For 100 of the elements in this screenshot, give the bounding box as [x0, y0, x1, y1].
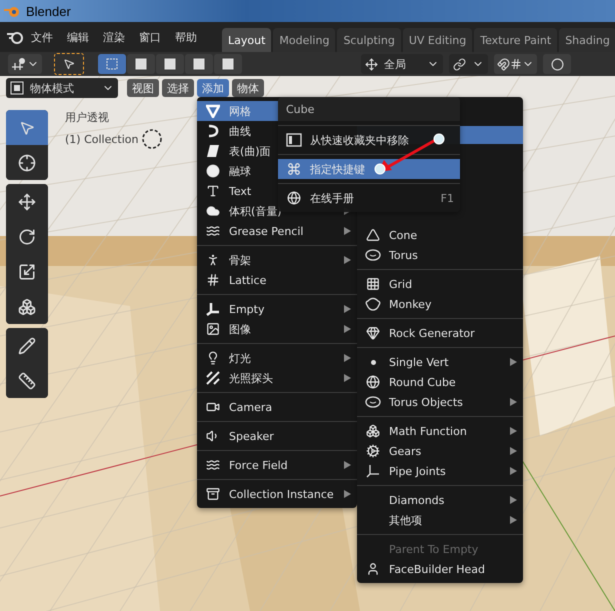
snap-button[interactable]	[494, 54, 537, 74]
viewport-menu[interactable]: 选择	[162, 79, 194, 97]
dot-icon	[370, 360, 376, 364]
context-menu-item[interactable]: 在线手册 F1	[278, 188, 460, 208]
grid-icon	[366, 277, 380, 291]
selection-mode-button[interactable]	[98, 54, 126, 74]
view-type-button[interactable]	[8, 54, 42, 74]
popup-title: Cube	[278, 97, 460, 121]
surface-icon	[206, 144, 220, 158]
image-icon	[206, 322, 220, 336]
workspace-tab[interactable]: Modeling	[273, 28, 336, 52]
menu-item[interactable]: 编辑	[60, 30, 96, 44]
archive-icon	[206, 487, 220, 501]
mode-dropdown[interactable]: 物体模式	[6, 78, 118, 98]
context-menu-item[interactable]: 从快速收藏夹中移除	[278, 130, 460, 150]
axes-icon	[206, 302, 220, 316]
submenu-arrow-icon	[510, 516, 517, 524]
viewport-menu[interactable]: 物体	[232, 79, 264, 97]
workspace-tab[interactable]: Layout	[222, 28, 272, 52]
add-menu-item[interactable]: Collection Instance	[197, 484, 357, 504]
add-menu-item[interactable]: 灯光	[197, 348, 357, 368]
scene-icon	[11, 57, 27, 71]
submenu-arrow-icon	[344, 305, 351, 313]
cloud-icon	[206, 204, 220, 218]
mesh-menu-item[interactable]: Pipe Joints	[357, 461, 523, 481]
add-menu-item[interactable]: Camera	[197, 397, 357, 417]
ruler-icon	[18, 372, 36, 390]
viewport-menu[interactable]: 视图	[127, 79, 159, 97]
mesh-menu-item[interactable]: Math Function	[357, 421, 523, 441]
mesh-menu-item[interactable]: Gears	[357, 441, 523, 461]
mesh-menu-item[interactable]: Cone	[357, 225, 523, 245]
menu-item[interactable]: 文件	[24, 30, 60, 44]
move-icon	[18, 192, 36, 210]
selection-mode-button[interactable]	[214, 54, 242, 74]
selection-mode-button[interactable]	[185, 54, 213, 74]
circle-icon	[206, 164, 220, 178]
add-menu-item[interactable]: Grease Pencil	[197, 221, 357, 241]
selection-mode-button[interactable]	[127, 54, 155, 74]
menu-item[interactable]: 渲染	[96, 30, 132, 44]
pivot-dropdown[interactable]	[449, 54, 488, 74]
mesh-menu-item[interactable]: FaceBuilder Head	[357, 559, 523, 579]
add-menu-item[interactable]: Speaker	[197, 426, 357, 446]
workspace-tab[interactable]: Texture Paint	[474, 28, 558, 52]
axes-icon	[365, 58, 378, 70]
mesh-menu-item[interactable]: Torus Objects	[357, 392, 523, 412]
context-menu-item[interactable]: 指定快捷键	[278, 159, 460, 179]
dashed-circle-icon	[140, 128, 162, 150]
add-menu-item[interactable]: Empty	[197, 299, 357, 319]
submenu-arrow-icon	[344, 354, 351, 362]
crosshair-icon	[18, 154, 36, 172]
add-menu-item[interactable]: Lattice	[197, 270, 357, 290]
hatch-icon	[206, 371, 220, 385]
triangle-icon	[206, 104, 220, 118]
camera-icon	[206, 400, 220, 414]
proportional-button[interactable]	[543, 54, 571, 74]
squiggle-icon	[206, 224, 220, 238]
menu-item[interactable]: 帮助	[168, 30, 204, 44]
submenu-arrow-icon	[344, 490, 351, 498]
curve-icon	[206, 124, 220, 138]
select-tool-button[interactable]	[54, 53, 84, 75]
add-menu-item[interactable]: 图像	[197, 319, 357, 339]
menu-item[interactable]: 窗口	[132, 30, 168, 44]
submenu-arrow-icon	[510, 358, 517, 366]
window-title: Blender	[26, 4, 71, 18]
logo-icon[interactable]	[6, 30, 24, 44]
workspace-tab[interactable]: UV Editing	[402, 28, 472, 52]
boxes-icon	[366, 424, 380, 438]
add-menu-item[interactable]: 光照探头	[197, 368, 357, 388]
select-cursor-icon	[19, 120, 35, 136]
link-icon	[453, 58, 466, 70]
mesh-menu-item[interactable]: Single Vert	[357, 352, 523, 372]
mesh-menu-item[interactable]: Rock Generator	[357, 323, 523, 343]
cube-frame-icon	[10, 81, 24, 95]
square-icon	[221, 57, 235, 71]
workspace-tab[interactable]: Shading	[559, 28, 615, 52]
workspace-tab[interactable]: Sculpting	[337, 28, 401, 52]
submenu-arrow-icon	[510, 496, 517, 504]
submenu-arrow-icon	[510, 398, 517, 406]
mesh-menu-item[interactable]: Round Cube	[357, 372, 523, 392]
orientation-dropdown[interactable]: 全局	[361, 54, 443, 74]
mesh-menu-item[interactable]: Torus	[357, 245, 523, 265]
selection-mode-button[interactable]	[156, 54, 184, 74]
axes-icon	[366, 464, 380, 478]
globe-icon	[287, 191, 301, 205]
collection-label: (1) Collection	[65, 132, 138, 146]
figure-icon	[206, 253, 220, 267]
mesh-menu-item[interactable]: Diamonds	[357, 490, 523, 510]
mesh-menu-item[interactable]: Monkey	[357, 294, 523, 314]
viewport-menu[interactable]: 添加	[197, 79, 229, 97]
text-icon	[206, 184, 220, 198]
square-icon	[163, 57, 177, 71]
add-menu-item[interactable]: Force Field	[197, 455, 357, 475]
torus-icon	[365, 249, 381, 261]
shortcut-label: F1	[440, 192, 454, 204]
lightbulb-icon	[206, 351, 220, 365]
gear-icon	[366, 444, 380, 458]
square-icon	[192, 57, 206, 71]
mesh-menu-item[interactable]: 其他项	[357, 510, 523, 530]
add-menu-item[interactable]: 骨架	[197, 250, 357, 270]
mesh-menu-item[interactable]: Grid	[357, 274, 523, 294]
